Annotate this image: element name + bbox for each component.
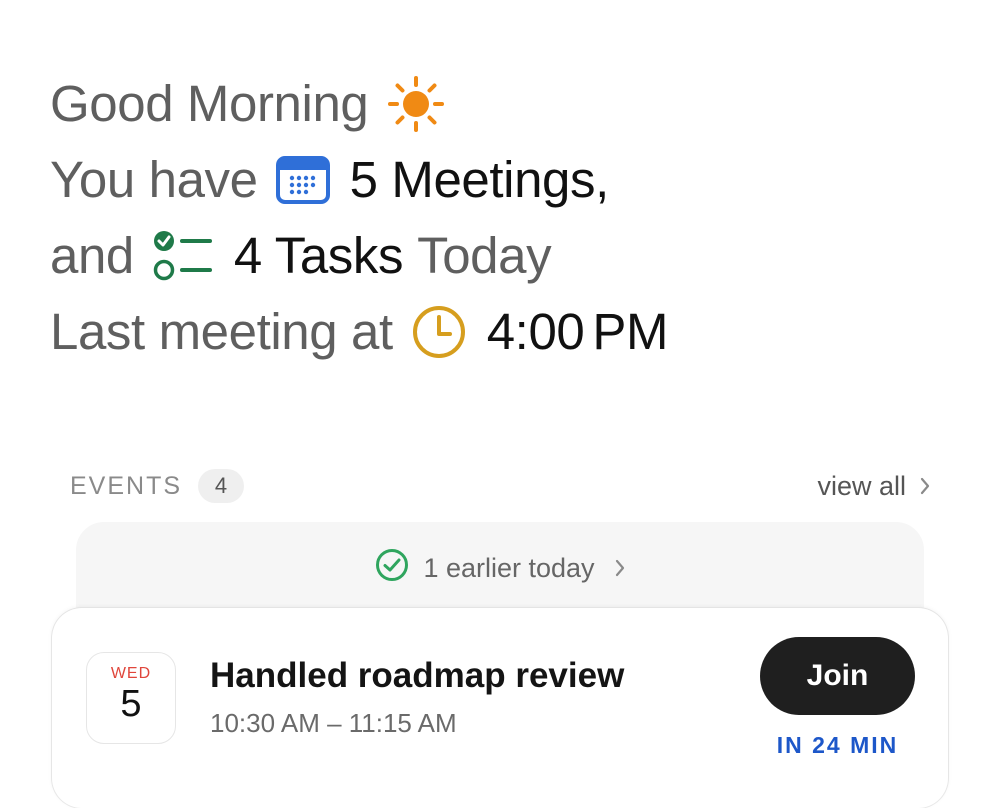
event-time: 10:30 AM – 11:15 AM (210, 708, 457, 738)
chevron-right-icon (615, 553, 625, 584)
earlier-events-toggle[interactable]: 1 earlier today (76, 548, 924, 588)
events-title-group: EVENTS 4 (70, 469, 245, 503)
events-count-badge: 4 (198, 469, 245, 503)
last-meeting-time: 4:00 (486, 303, 585, 360)
clock-icon (411, 304, 467, 360)
event-card[interactable]: WED 5 Handled roadmap review 10:30 AM – … (52, 608, 948, 808)
greeting-text: Good Morning (50, 75, 369, 132)
tasks-suffix: Today (417, 227, 552, 284)
greeting-block: Good Morning You have 5 Meetings, and 4 … (50, 66, 950, 370)
event-title: Handled roadmap review (210, 656, 625, 695)
last-meeting-prefix: Last meeting at (50, 303, 393, 360)
tasks-prefix: and (50, 227, 134, 284)
sun-icon (386, 76, 446, 132)
check-circle-icon (375, 548, 409, 589)
join-button[interactable]: Join (760, 637, 915, 715)
event-weekday: WED (110, 665, 152, 682)
last-meeting-period: PM (592, 303, 669, 360)
event-countdown: IN 24 MIN (776, 732, 899, 758)
earlier-events-label: 1 earlier today (423, 552, 595, 583)
calendar-icon (275, 155, 330, 205)
chevron-right-icon (920, 471, 930, 502)
greeting-line-last-meeting: Last meeting at 4:00 PM (50, 294, 950, 370)
events-label: EVENTS (70, 471, 183, 500)
view-all-link[interactable]: view all (817, 471, 930, 502)
events-header: EVENTS 4 view all (70, 466, 930, 506)
checklist-icon (152, 229, 214, 283)
meetings-prefix: You have (50, 151, 258, 208)
greeting-line-tasks: and 4 Tasks Today (50, 218, 950, 294)
meetings-count: 5 Meetings, (349, 151, 610, 208)
event-date-tile: WED 5 (86, 652, 176, 744)
greeting-line-meetings: You have 5 Meetings, (50, 142, 950, 218)
greeting-line-morning: Good Morning (50, 66, 950, 142)
event-day: 5 (120, 683, 142, 725)
tasks-count: 4 Tasks (233, 227, 404, 284)
view-all-label: view all (817, 470, 906, 501)
